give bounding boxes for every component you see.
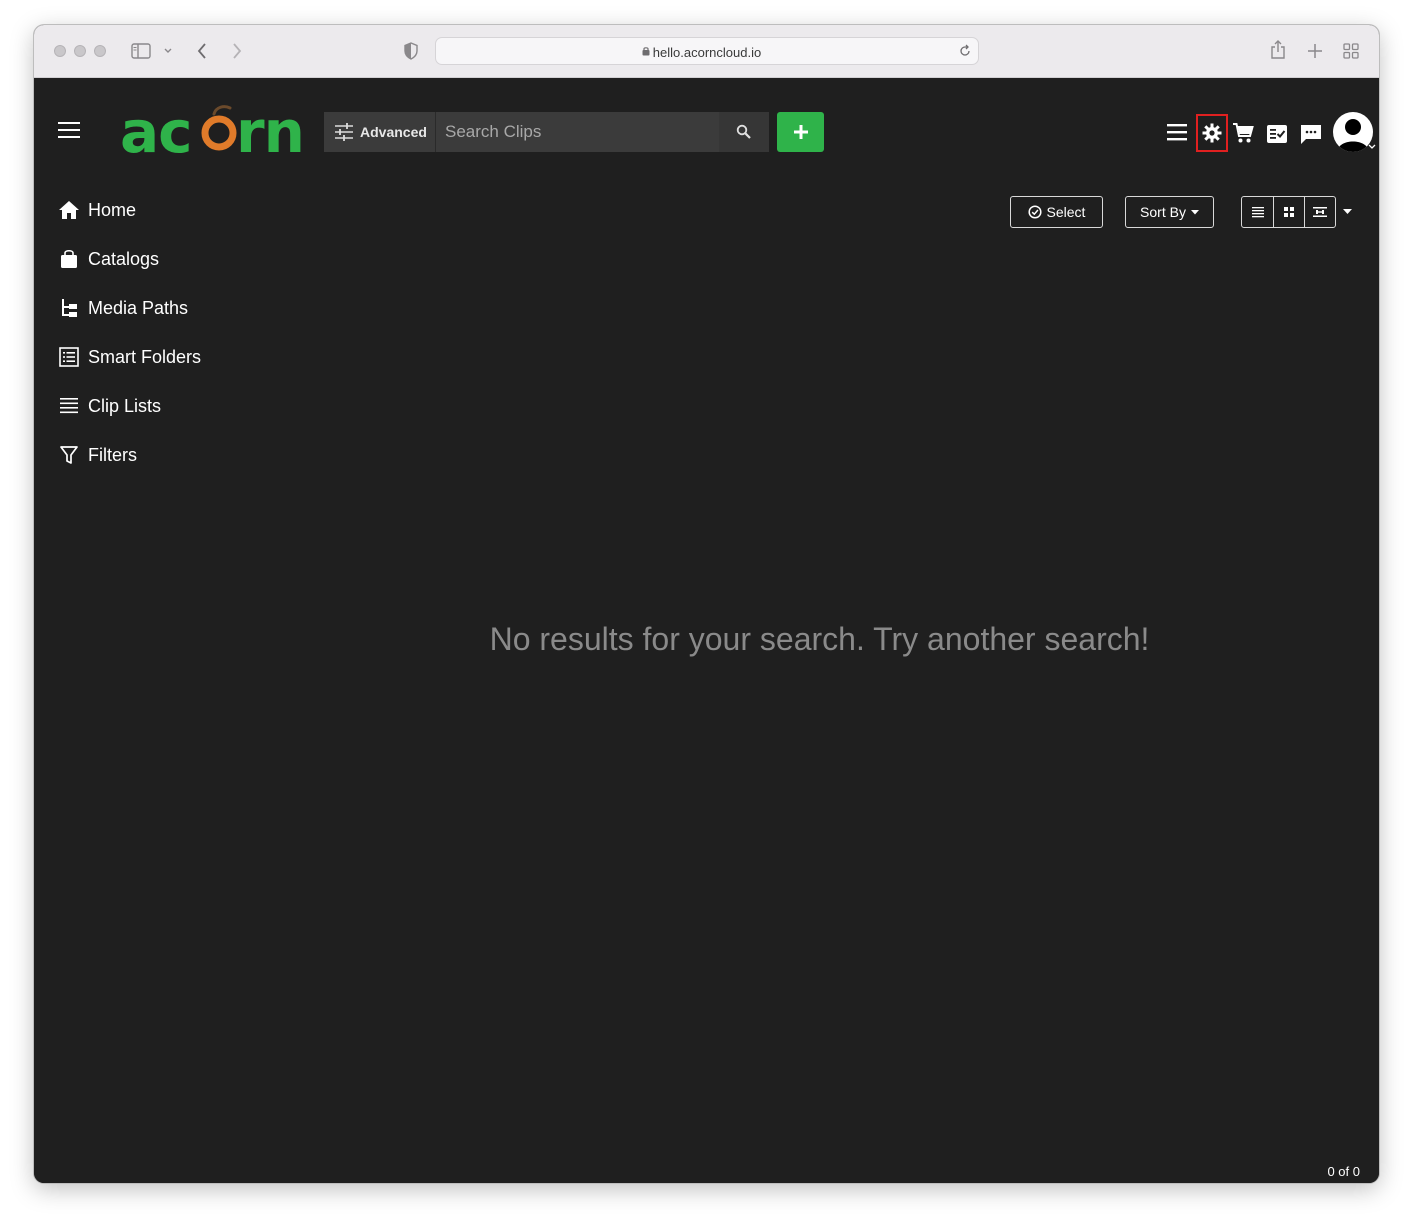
- chat-icon[interactable]: [1300, 124, 1322, 145]
- minimize-window-button[interactable]: [74, 45, 86, 57]
- search-button[interactable]: [719, 112, 769, 152]
- address-bar[interactable]: hello.acorncloud.io: [435, 37, 979, 65]
- filmstrip-view-button[interactable]: [1304, 197, 1335, 227]
- sliders-icon: [335, 123, 353, 141]
- menu-toggle-button[interactable]: [58, 122, 80, 142]
- sidebar-toggle-icon[interactable]: [131, 43, 151, 59]
- back-icon[interactable]: [196, 42, 208, 60]
- sort-label: Sort By: [1140, 204, 1186, 220]
- result-count: 0 of 0: [1327, 1164, 1360, 1179]
- chevron-down-icon[interactable]: [163, 47, 173, 55]
- url-text: hello.acorncloud.io: [652, 45, 762, 60]
- view-mode-group: [1241, 196, 1336, 228]
- sidebar-item-clip-lists[interactable]: Clip Lists: [58, 392, 161, 420]
- advanced-label: Advanced: [360, 124, 427, 140]
- advanced-search-button[interactable]: Advanced: [324, 112, 435, 152]
- acorn-logo[interactable]: ac rn: [120, 102, 306, 158]
- logo-acorn-o: [201, 115, 237, 151]
- logo-acorn-stem: [212, 105, 232, 116]
- grid-view-button[interactable]: [1273, 197, 1304, 227]
- sort-by-dropdown[interactable]: Sort By: [1125, 196, 1214, 228]
- add-button[interactable]: [777, 112, 824, 152]
- select-button[interactable]: Select: [1010, 196, 1103, 228]
- share-icon[interactable]: [1270, 40, 1286, 60]
- check-circle-icon: [1027, 205, 1042, 219]
- list-view-icon: [1251, 207, 1264, 218]
- select-label: Select: [1046, 204, 1086, 220]
- logo-text-left: ac: [120, 102, 192, 158]
- avatar-icon: [1337, 119, 1369, 152]
- filter-icon: [58, 444, 80, 466]
- list-view-button[interactable]: [1242, 197, 1273, 227]
- caret-down-icon[interactable]: [1343, 209, 1352, 215]
- new-tab-icon[interactable]: [1307, 43, 1323, 59]
- browser-toolbar: hello.acorncloud.io: [34, 25, 1379, 78]
- checklist-icon[interactable]: [1266, 124, 1288, 144]
- list-box-icon: [58, 346, 80, 368]
- shield-icon[interactable]: [404, 42, 418, 60]
- cart-icon[interactable]: [1232, 122, 1254, 144]
- sidebar-item-label: Catalogs: [88, 248, 160, 269]
- close-window-button[interactable]: [54, 45, 66, 57]
- gear-icon[interactable]: [1202, 123, 1222, 143]
- app-content: ac rn Advanced Search Clips Home Catalog…: [34, 78, 1379, 1183]
- sidebar-item-smart-folders[interactable]: Smart Folders: [58, 343, 201, 371]
- grid-view-icon: [1284, 207, 1294, 217]
- reload-icon[interactable]: [958, 44, 972, 58]
- plus-icon: [793, 125, 808, 139]
- sidebar-item-label: Home: [88, 199, 137, 220]
- filmstrip-view-icon: [1313, 207, 1327, 217]
- empty-results-message: No results for your search. Try another …: [489, 621, 1150, 657]
- sidebar-item-label: Clip Lists: [88, 395, 162, 416]
- forward-icon[interactable]: [231, 42, 243, 60]
- sidebar-item-catalogs[interactable]: Catalogs: [58, 245, 159, 273]
- browser-window: hello.acorncloud.io ac rn Advanced Searc…: [34, 25, 1379, 1183]
- lines-icon: [58, 395, 80, 417]
- search-input[interactable]: [435, 112, 719, 152]
- sidebar-item-label: Smart Folders: [88, 346, 202, 367]
- caret-down-icon: [1190, 209, 1199, 214]
- zoom-window-button[interactable]: [94, 45, 106, 57]
- tree-icon: [58, 297, 80, 319]
- search-icon: [736, 124, 751, 139]
- user-avatar[interactable]: [1333, 112, 1373, 152]
- sidebar-item-filters[interactable]: Filters: [58, 441, 137, 469]
- tab-overview-icon[interactable]: [1343, 43, 1359, 59]
- logo-text-right: rn: [236, 102, 304, 158]
- sidebar-item-label: Media Paths: [88, 297, 189, 318]
- shopping-bag-icon: [58, 248, 80, 270]
- chevron-down-icon[interactable]: [1368, 144, 1376, 150]
- sidebar-item-home[interactable]: Home: [58, 196, 136, 224]
- sidebar-item-label: Filters: [88, 444, 137, 465]
- home-icon: [58, 199, 80, 221]
- list-menu-icon[interactable]: [1166, 122, 1188, 142]
- sidebar-item-media-paths[interactable]: Media Paths: [58, 294, 188, 322]
